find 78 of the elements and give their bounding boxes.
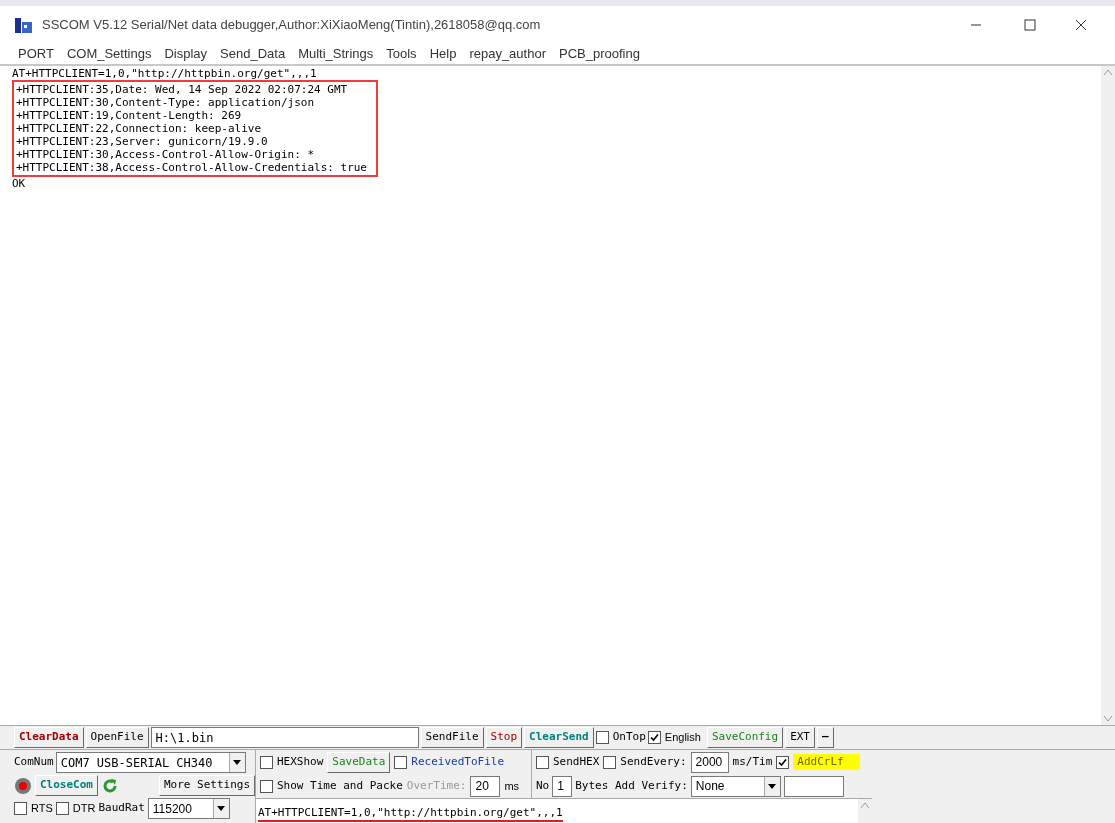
checkbox[interactable] (776, 755, 790, 769)
unit-label: ms (504, 778, 520, 794)
checkbox[interactable] (260, 755, 273, 769)
output-line: +HTTPCLIENT:38,Access-Control-Allow-Credentials: true (16, 161, 368, 174)
checkbox-label: English (664, 730, 701, 746)
output-line: +HTTPCLIENT:22,Connection: keep-alive (16, 122, 263, 135)
checkbox-label: AddCrLf (793, 753, 860, 771)
verify-select[interactable]: None (690, 775, 781, 797)
refresh-icon[interactable] (101, 776, 119, 795)
dropdown-arrow-icon (233, 760, 242, 765)
overtime-field[interactable]: 20 (470, 775, 501, 797)
close-com-button[interactable]: CloseCom (35, 775, 98, 796)
checkbox-label: ReceivedToFile (411, 753, 505, 770)
output-line: +HTTPCLIENT:30,Content-Type: application/json (16, 96, 315, 109)
menu-item[interactable]: Tools (386, 44, 417, 64)
checkbox[interactable] (55, 802, 69, 815)
checkbox[interactable] (536, 755, 549, 769)
menu-item[interactable]: Send_Data (220, 44, 286, 64)
checkbox-label: SendEvery: (620, 753, 687, 770)
scroll-up-icon (861, 803, 869, 808)
clear-data-button[interactable]: ClearData (14, 727, 84, 748)
window-title: SSCOM V5.12 Serial/Net data debugger,Author:XiXiaoMeng(Tintin),2618058@qq.com (42, 16, 542, 35)
stop-button[interactable]: Stop (485, 727, 523, 748)
field-label: OverTime: (406, 777, 467, 794)
output-line: +HTTPCLIENT:30,Access-Control-Allow-Origin: * (16, 148, 315, 161)
output-line: AT+HTTPCLIENT=1,0,"http://httpbin.org/get",,,1 (12, 67, 318, 80)
save-data-button[interactable]: SaveData (327, 751, 391, 773)
output-line: +HTTPCLIENT:19,Content-Length: 269 (16, 109, 243, 122)
dropdown-arrow-icon (768, 783, 777, 789)
status-light-icon (14, 776, 32, 795)
checkbox[interactable] (603, 755, 617, 769)
checkbox-label: HEXShow (277, 753, 324, 770)
check-icon (778, 757, 788, 767)
port-select[interactable]: COM7 USB-SERIAL CH340 (55, 752, 246, 773)
check-icon (649, 733, 659, 742)
field-label: BaudRat (98, 800, 145, 817)
baud-rate-select[interactable]: 115200 (147, 798, 230, 819)
scrollbar[interactable] (1101, 66, 1115, 725)
checkbox-label: OnTop (612, 729, 646, 746)
output-line: +HTTPCLIENT:35,Date: Wed, 14 Sep 2022 02:07:24 GMT (16, 83, 349, 96)
field-label: ComNum (14, 754, 54, 771)
send-file-button[interactable]: SendFile (420, 727, 484, 748)
ext-button[interactable]: EXT (785, 727, 815, 748)
menu-item[interactable]: PCB_proofing (559, 44, 640, 64)
checkbox-label: Show Time and Packe (277, 777, 403, 794)
save-config-button[interactable]: SaveConfig (706, 727, 784, 748)
checkbox[interactable] (260, 779, 273, 793)
collapse-button[interactable]: — (817, 727, 834, 748)
checkbox[interactable] (14, 802, 27, 815)
clear-send-button[interactable]: ClearSend (524, 727, 594, 748)
checkbox[interactable] (394, 755, 408, 769)
field-label: No (536, 777, 550, 794)
output-line: OK (12, 177, 27, 190)
menu-item[interactable]: Multi_Strings (298, 44, 374, 64)
file-path-field[interactable]: H:\1.bin (150, 727, 419, 748)
menu-item[interactable]: Help (429, 44, 457, 64)
menu-item[interactable]: COM_Settings (66, 44, 152, 64)
checkbox-label: DTR (72, 801, 96, 817)
checkbox[interactable] (647, 731, 661, 744)
interval-field[interactable]: 2000 (690, 751, 729, 773)
scrollbar[interactable] (858, 799, 872, 823)
output-line: +HTTPCLIENT:23,Server: gunicorn/19.9.0 (16, 135, 269, 148)
more-settings-button[interactable]: More Settings (158, 775, 255, 796)
app-logo-icon (14, 16, 34, 34)
menu-item[interactable]: Display (164, 44, 208, 64)
open-file-button[interactable]: OpenFile (85, 727, 149, 748)
menu-item[interactable]: PORT (18, 44, 54, 64)
checkbox-label: SendHEX (553, 753, 600, 770)
checkbox[interactable] (595, 731, 609, 744)
verify-field[interactable] (783, 775, 844, 797)
checkbox-label: RTS (31, 801, 53, 817)
number-field[interactable]: 1 (552, 775, 573, 797)
unit-label: ms/Tim (732, 753, 773, 770)
scroll-up-icon (1104, 70, 1112, 75)
scroll-down-icon (1104, 716, 1112, 721)
field-label: Bytes Add Verify: (575, 777, 688, 794)
dropdown-arrow-icon (217, 806, 226, 811)
menu-item[interactable]: repay_author (469, 44, 546, 64)
